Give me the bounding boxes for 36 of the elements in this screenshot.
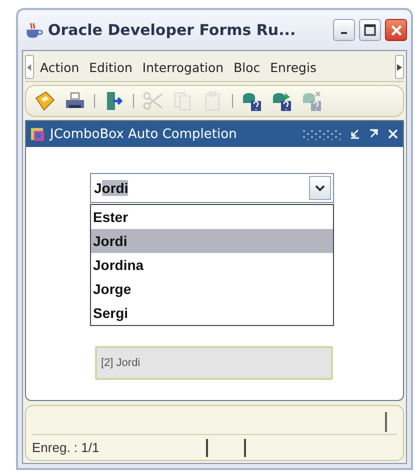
scroll-right-button[interactable] bbox=[395, 55, 404, 79]
menu-item[interactable]: Interrogation bbox=[142, 60, 224, 74]
inner-window-title: JComboBox Auto Completion bbox=[50, 126, 238, 142]
window-title: Oracle Developer Forms Ru... bbox=[48, 21, 297, 39]
close-button[interactable] bbox=[385, 19, 407, 41]
list-option[interactable]: Sergi bbox=[91, 301, 333, 325]
minimize-button[interactable] bbox=[333, 19, 355, 41]
query-icon[interactable] bbox=[271, 90, 293, 112]
maximize-button[interactable] bbox=[359, 19, 381, 41]
scroll-left-button[interactable] bbox=[25, 55, 34, 79]
chevron-down-icon bbox=[315, 184, 325, 192]
combo-box[interactable]: Jordi bbox=[90, 173, 334, 203]
close-icon bbox=[390, 24, 402, 36]
menu-item[interactable]: Edition bbox=[89, 60, 132, 74]
maximize-icon bbox=[364, 24, 376, 36]
minimize-icon[interactable] bbox=[349, 128, 361, 140]
form-icon bbox=[30, 126, 46, 142]
display-field[interactable]: [2] Jordi bbox=[95, 346, 333, 380]
combo-value: Jordi bbox=[94, 180, 128, 196]
query-icon[interactable] bbox=[241, 90, 263, 112]
list-option[interactable]: Jordina bbox=[91, 253, 333, 277]
list-option[interactable]: Ester bbox=[91, 205, 333, 229]
maximize-icon[interactable] bbox=[368, 128, 380, 140]
right-arrow-icon bbox=[397, 64, 402, 70]
left-arrow-icon bbox=[27, 64, 32, 70]
dropdown-button[interactable] bbox=[309, 176, 331, 200]
list-option[interactable]: Jordi bbox=[91, 229, 333, 253]
coffee-cup-icon bbox=[24, 22, 44, 38]
close-icon[interactable] bbox=[387, 128, 399, 140]
minimize-icon bbox=[341, 32, 347, 34]
list-option[interactable]: Jorge bbox=[91, 277, 333, 301]
menu-item[interactable]: Action bbox=[40, 60, 80, 74]
record-counter: Enreg. : 1/1 bbox=[32, 440, 100, 455]
grip-icon bbox=[302, 128, 342, 140]
menu-item[interactable]: Enregis bbox=[270, 60, 316, 74]
menu-item[interactable]: Bloc bbox=[234, 60, 260, 74]
